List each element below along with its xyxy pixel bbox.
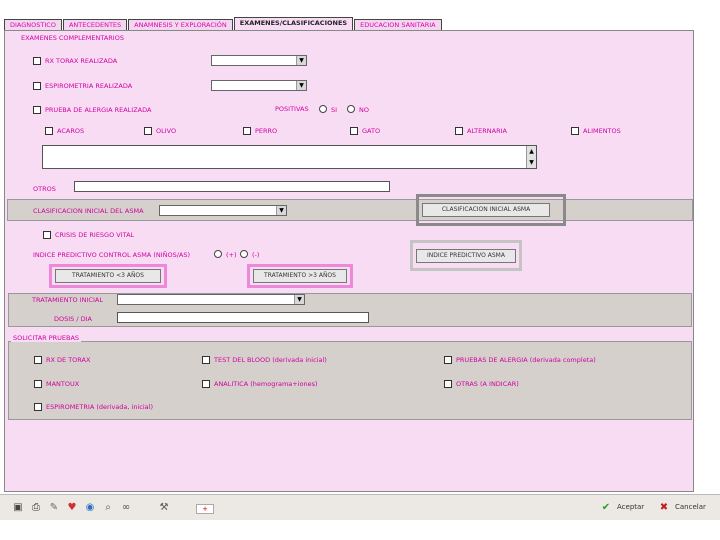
tratamiento-inicial-label: TRATAMIENTO INICIAL [32, 296, 103, 304]
test-blood-label: TEST DEL BLOOD (derivada inicial) [214, 356, 327, 364]
rx-select[interactable]: ▼ [211, 55, 307, 66]
indice-plus-label: (+) [226, 251, 237, 259]
positivas-no-label: NO [359, 106, 369, 114]
rx-torax-checkbox[interactable] [34, 356, 42, 364]
globe-icon[interactable]: ◉ [84, 502, 96, 514]
alternaria-checkbox[interactable] [455, 127, 463, 135]
bottom-toolbar: ▣ ⎙ ✎ ♥ ◉ ⌕ ∞ ⚒ + ✔ Aceptar ✖ Cancelar [0, 494, 720, 520]
rx-checkbox[interactable] [33, 57, 41, 65]
tratamiento-mayores-button[interactable]: TRATAMIENTO >3 AÑOS [253, 269, 347, 283]
analitica-checkbox[interactable] [202, 380, 210, 388]
otras-checkbox[interactable] [444, 380, 452, 388]
acaros-label: ACAROS [57, 127, 85, 135]
espirometria-select[interactable]: ▼ [211, 80, 307, 91]
link-icon[interactable]: ∞ [120, 502, 132, 514]
gato-checkbox[interactable] [350, 127, 358, 135]
mantoux-checkbox[interactable] [34, 380, 42, 388]
positivas-label: POSITIVAS [275, 105, 309, 113]
clasificacion-label: CLASIFICACION INICIAL DEL ASMA [33, 207, 144, 215]
indice-minus-radio[interactable] [240, 250, 248, 258]
cancel-icon[interactable]: ✖ [658, 502, 670, 514]
chevron-down-icon: ▼ [296, 81, 306, 90]
alergenos-textarea[interactable]: ▲ ▼ [42, 145, 537, 169]
indice-minus-label: (-) [252, 251, 260, 259]
save-icon[interactable]: ▣ [12, 502, 24, 514]
dosis-label: DOSIS / DIA [54, 315, 92, 323]
acaros-checkbox[interactable] [45, 127, 53, 135]
scroll-up-icon[interactable]: ▲ [527, 146, 536, 157]
pruebas-alergia-checkbox[interactable] [444, 356, 452, 364]
tab-bar: DIAGNOSTICO ANTECEDENTES ANAMNESIS Y EXP… [4, 17, 443, 31]
analitica-label: ANALITICA (hemograma+iones) [214, 380, 318, 388]
alergia-checkbox[interactable] [33, 106, 41, 114]
cancel-button-label[interactable]: Cancelar [675, 503, 706, 511]
alimentos-label: ALIMENTOS [583, 127, 621, 135]
espirometria-solicitar-checkbox[interactable] [34, 403, 42, 411]
solicitar-title: SOLICITAR PRUEBAS [11, 334, 82, 342]
clasificacion-select[interactable]: ▼ [159, 205, 287, 216]
examenes-section-title: EXAMENES COMPLEMENTARIOS [21, 34, 124, 42]
search-icon[interactable]: ⌕ [102, 502, 114, 514]
indice-plus-radio[interactable] [214, 250, 222, 258]
olivo-label: OLIVO [156, 127, 177, 135]
textarea-scrollbar[interactable]: ▲ ▼ [526, 146, 536, 168]
alimentos-checkbox[interactable] [571, 127, 579, 135]
alergia-label: PRUEBA DE ALERGIA REALIZADA [45, 106, 152, 114]
indice-predictivo-button[interactable]: INDICE PREDICTIVO ASMA [416, 249, 516, 263]
crisis-label: CRISIS DE RIESGO VITAL [55, 231, 135, 239]
mantoux-label: MANTOUX [46, 380, 80, 388]
espirometria-label: ESPIROMETRIA REALIZADA [45, 82, 133, 90]
edit-icon[interactable]: ✎ [48, 502, 60, 514]
tratamiento-menores-button[interactable]: TRATAMIENTO <3 AÑOS [55, 269, 161, 283]
positivas-si-label: SI [331, 106, 338, 114]
olivo-checkbox[interactable] [144, 127, 152, 135]
otras-label: OTRAS (A INDICAR) [456, 380, 519, 388]
indice-label: INDICE PREDICTIVO CONTROL ASMA (NIÑOS/AS… [33, 251, 191, 259]
otros-input[interactable] [74, 181, 390, 192]
main-panel: EXAMENES COMPLEMENTARIOS RX TORAX REALIZ… [4, 30, 694, 492]
espirometria-checkbox[interactable] [33, 82, 41, 90]
gato-label: GATO [362, 127, 381, 135]
positivas-si-radio[interactable] [319, 105, 327, 113]
accept-icon[interactable]: ✔ [600, 502, 612, 514]
clasificacion-inicial-button[interactable]: CLASIFICACION INICIAL ASMA [422, 203, 550, 217]
crisis-checkbox[interactable] [43, 231, 51, 239]
heart-icon[interactable]: ♥ [66, 502, 78, 514]
accept-button-label[interactable]: Aceptar [617, 503, 644, 511]
tool-icon[interactable]: ⚒ [158, 502, 170, 514]
dosis-input[interactable] [117, 312, 369, 323]
scroll-down-icon[interactable]: ▼ [527, 157, 536, 168]
chevron-down-icon: ▼ [276, 206, 286, 215]
rx-label: RX TORAX REALIZADA [45, 57, 118, 65]
flag-icon[interactable]: + [196, 504, 214, 514]
otros-label: OTROS [33, 185, 56, 193]
test-blood-checkbox[interactable] [202, 356, 210, 364]
espirometria-solicitar-label: ESPIROMETRIA (derivada, inicial) [46, 403, 153, 411]
pruebas-alergia-label: PRUEBAS DE ALERGIA (derivada completa) [456, 356, 596, 364]
perro-label: PERRO [255, 127, 278, 135]
perro-checkbox[interactable] [243, 127, 251, 135]
chevron-down-icon: ▼ [296, 56, 306, 65]
tab-examenes[interactable]: EXAMENES/CLASIFICACIONES [233, 17, 354, 31]
chevron-down-icon: ▼ [294, 295, 304, 304]
rx-torax-label: RX DE TORAX [46, 356, 91, 364]
tratamiento-select[interactable]: ▼ [117, 294, 305, 305]
positivas-no-radio[interactable] [347, 105, 355, 113]
alternaria-label: ALTERNARIA [467, 127, 507, 135]
print-icon[interactable]: ⎙ [30, 502, 42, 514]
